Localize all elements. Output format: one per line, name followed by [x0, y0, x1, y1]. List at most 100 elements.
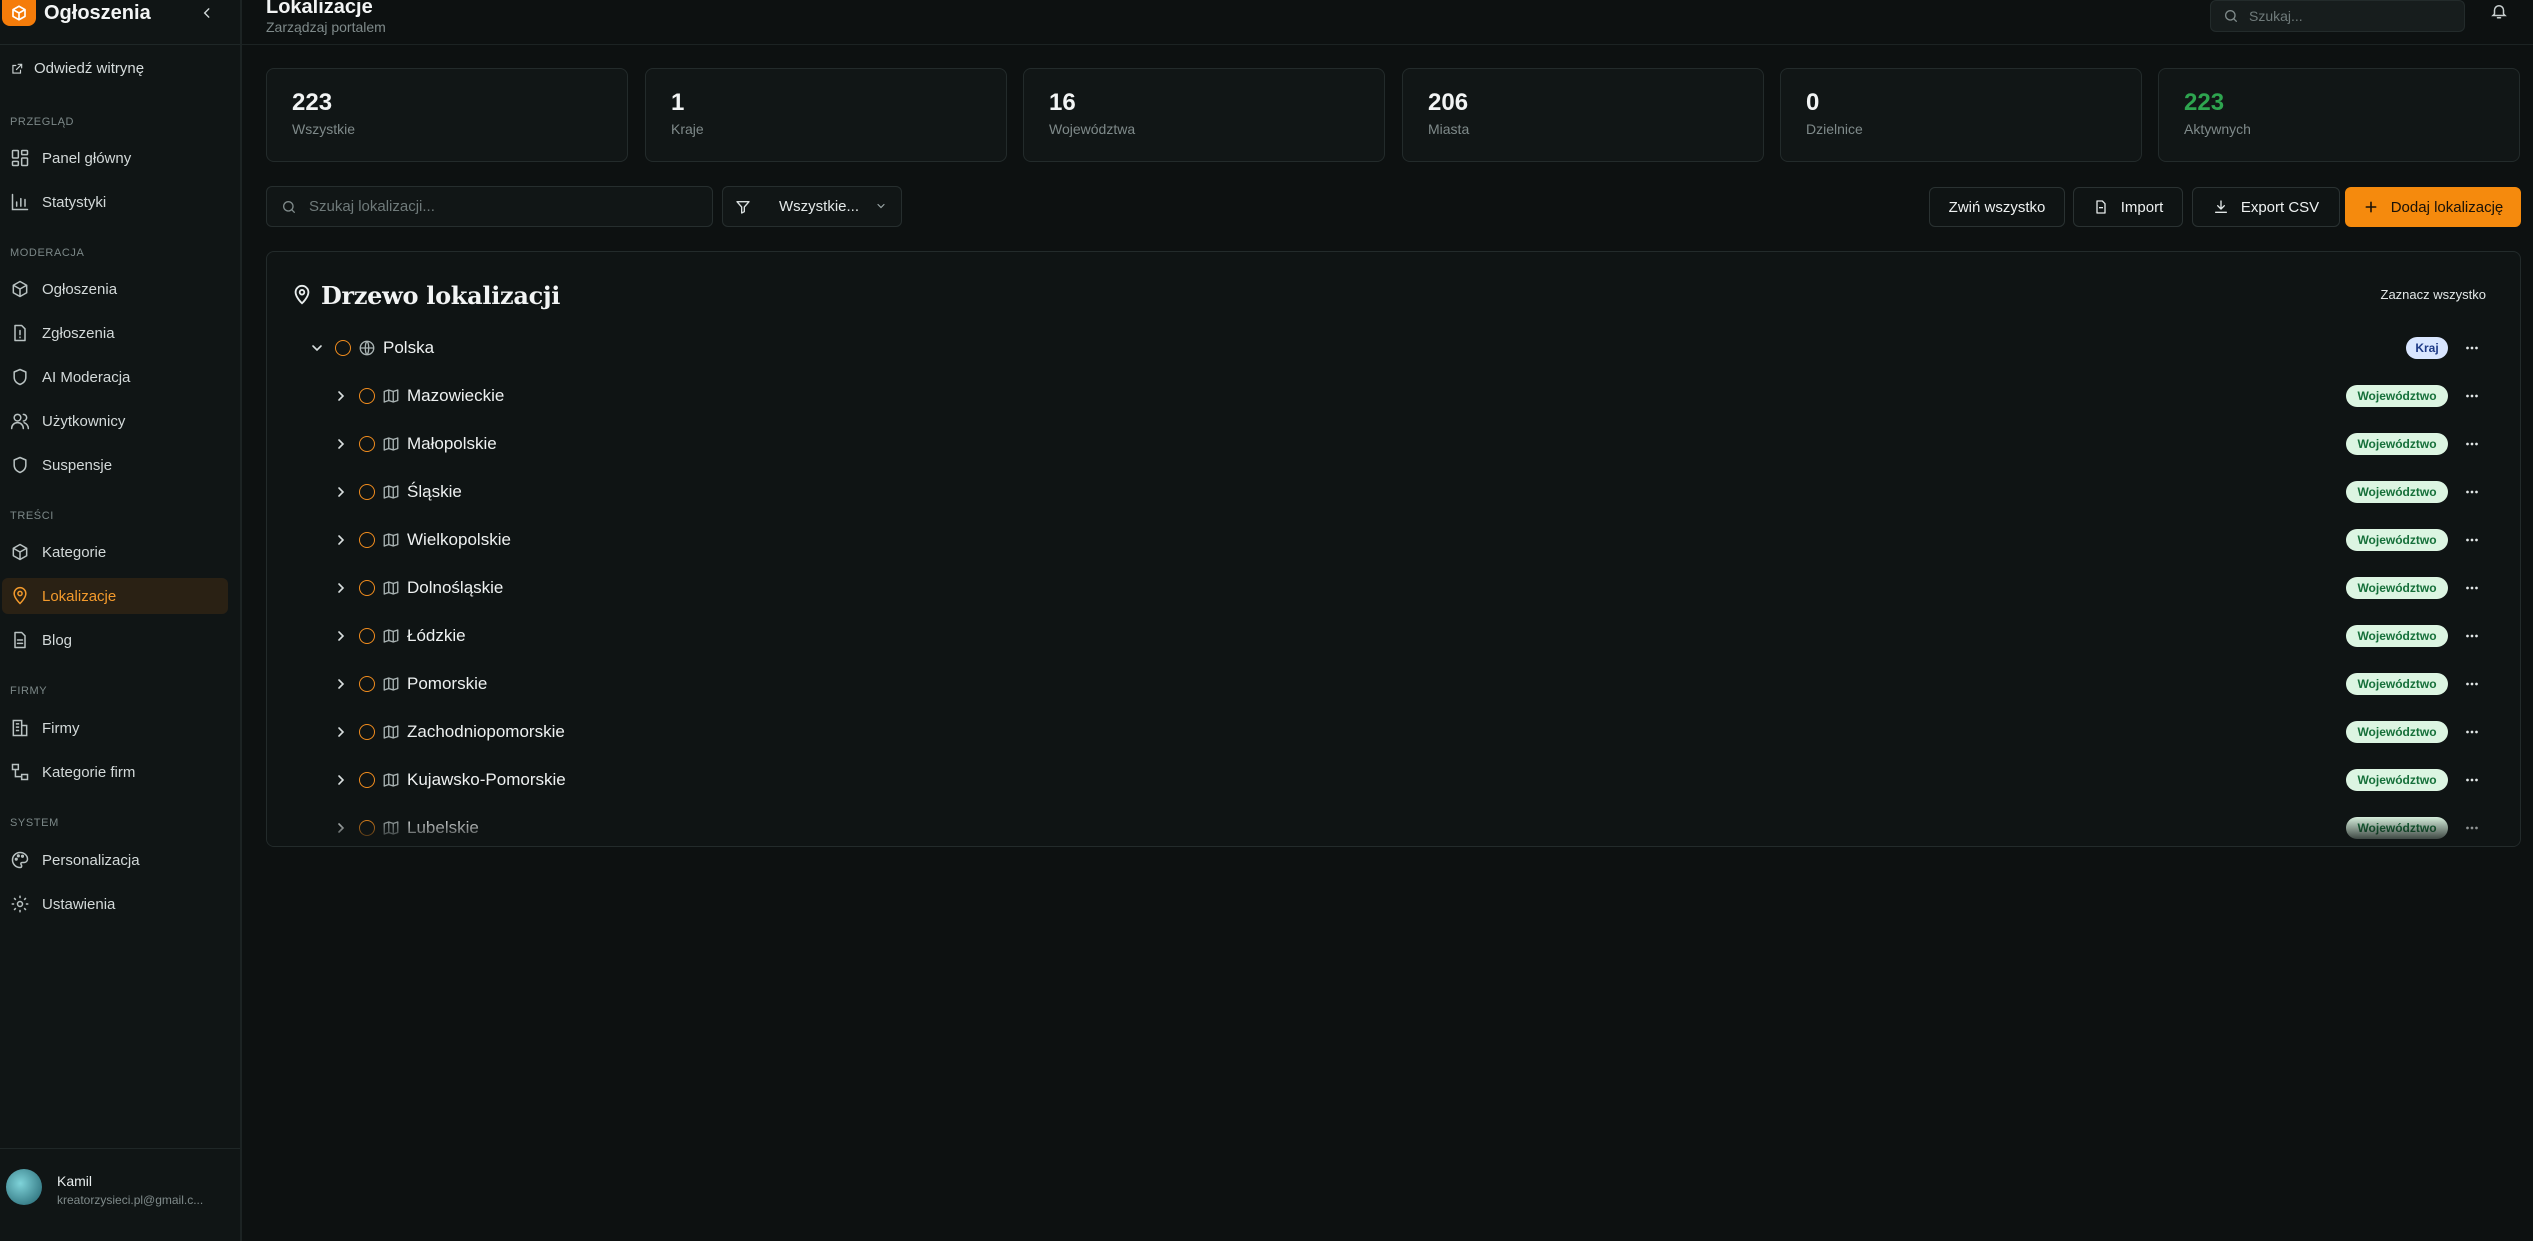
export-csv-label: Export CSV	[2240, 198, 2320, 216]
map-icon	[382, 675, 400, 693]
sidebar-item-dashboard[interactable]: Panel główny	[2, 140, 228, 176]
sidebar-item-settings[interactable]: Ustawienia	[2, 886, 228, 922]
palette-icon	[10, 850, 30, 870]
stat-value: 223	[2184, 89, 2225, 116]
sidebar-item-statistics[interactable]: Statystyki	[2, 184, 228, 220]
chevron-right-icon[interactable]	[333, 628, 349, 644]
more-actions-icon[interactable]	[2462, 531, 2482, 549]
select-radio[interactable]	[359, 388, 375, 404]
tree-row-voivodeship[interactable]: Zachodniopomorskie Województwo	[267, 708, 2520, 756]
select-radio[interactable]	[359, 724, 375, 740]
chevron-right-icon[interactable]	[333, 484, 349, 500]
search-icon	[2223, 8, 2239, 24]
building-icon	[10, 718, 30, 738]
tree-row-voivodeship[interactable]: Małopolskie Województwo	[267, 420, 2520, 468]
more-actions-icon[interactable]	[2462, 483, 2482, 501]
sidebar-item-listings[interactable]: Ogłoszenia	[2, 271, 228, 307]
avatar	[6, 1169, 42, 1205]
type-badge: Województwo	[2346, 433, 2448, 455]
import-button[interactable]: Import	[2073, 187, 2183, 227]
tree-row-voivodeship[interactable]: Dolnośląskie Województwo	[267, 564, 2520, 612]
select-radio[interactable]	[335, 340, 351, 356]
sidebar-item-ai-moderation[interactable]: AI Moderacja	[2, 359, 228, 395]
chevron-right-icon[interactable]	[333, 436, 349, 452]
more-actions-icon[interactable]	[2462, 435, 2482, 453]
export-csv-button[interactable]: Export CSV	[2192, 187, 2340, 227]
sidebar-item-company-categories[interactable]: Kategorie firm	[2, 754, 228, 790]
location-name: Śląskie	[407, 482, 462, 501]
tree-title: Drzewo lokalizacji	[321, 281, 561, 310]
brand[interactable]: Ogłoszenia	[0, 0, 240, 26]
location-name: Mazowieckie	[407, 386, 505, 405]
sidebar-item-label: Ogłoszenia	[42, 280, 118, 298]
more-actions-icon[interactable]	[2462, 579, 2482, 597]
sidebar-item-users[interactable]: Użytkownicy	[2, 403, 228, 439]
select-all-button[interactable]: Zaznacz wszystko	[2381, 287, 2486, 302]
stat-card-all: 223 Wszystkie	[266, 68, 628, 162]
sidebar-item-categories[interactable]: Kategorie	[2, 534, 228, 570]
select-radio[interactable]	[359, 484, 375, 500]
add-location-button[interactable]: Dodaj lokalizację	[2345, 187, 2521, 227]
tree-row-voivodeship[interactable]: Łódzkie Województwo	[267, 612, 2520, 660]
location-name: Polska	[383, 338, 435, 357]
stat-label: Miasta	[1428, 121, 1470, 137]
chevron-right-icon[interactable]	[333, 388, 349, 404]
stat-value: 16	[1049, 89, 1076, 116]
sidebar-item-label: Personalizacja	[42, 851, 140, 869]
select-radio[interactable]	[359, 580, 375, 596]
select-radio[interactable]	[359, 436, 375, 452]
collapse-all-button[interactable]: Zwiń wszystko	[1929, 187, 2065, 227]
chevron-right-icon[interactable]	[333, 532, 349, 548]
sidebar-item-personalization[interactable]: Personalizacja	[2, 842, 228, 878]
global-search-input[interactable]: Szukaj...	[2210, 0, 2465, 32]
tree-row-voivodeship[interactable]: Mazowieckie Województwo	[267, 372, 2520, 420]
type-badge: Kraj	[2406, 337, 2448, 359]
user-profile[interactable]: Kamil kreatorzysieci.pl@gmail.c...	[0, 1148, 240, 1241]
chevron-down-icon	[875, 200, 887, 212]
tree-row-country[interactable]: Polska Kraj	[267, 324, 2520, 372]
tree-row-voivodeship[interactable]: Kujawsko-Pomorskie Województwo	[267, 756, 2520, 804]
notifications-bell-icon[interactable]	[2490, 2, 2512, 24]
select-radio[interactable]	[359, 628, 375, 644]
stat-value: 1	[671, 89, 685, 116]
sidebar-item-blog[interactable]: Blog	[2, 622, 228, 658]
type-badge: Województwo	[2346, 721, 2448, 743]
sidebar-item-label: AI Moderacja	[42, 368, 131, 386]
map-icon	[382, 531, 400, 549]
stat-value: 223	[292, 89, 333, 116]
tree-row-voivodeship[interactable]: Pomorskie Województwo	[267, 660, 2520, 708]
more-actions-icon[interactable]	[2462, 675, 2482, 693]
type-filter-select[interactable]: Wszystkie...	[722, 186, 902, 227]
location-name: Łódzkie	[407, 626, 466, 645]
sidebar-item-reports[interactable]: Zgłoszenia	[2, 315, 228, 351]
more-actions-icon[interactable]	[2462, 771, 2482, 789]
chevron-right-icon[interactable]	[333, 580, 349, 596]
location-search-input[interactable]: Szukaj lokalizacji...	[266, 186, 713, 227]
stat-card-active: 223 Aktywnych	[2158, 68, 2520, 162]
chevron-down-icon[interactable]	[309, 340, 325, 356]
chevron-right-icon[interactable]	[333, 724, 349, 740]
external-link-icon	[10, 62, 24, 76]
chevron-right-icon[interactable]	[333, 676, 349, 692]
more-actions-icon[interactable]	[2462, 339, 2482, 357]
select-radio[interactable]	[359, 532, 375, 548]
filter-value: Wszystkie...	[779, 198, 860, 215]
map-icon	[382, 579, 400, 597]
more-actions-icon[interactable]	[2462, 723, 2482, 741]
chevron-right-icon[interactable]	[333, 772, 349, 788]
more-actions-icon[interactable]	[2462, 387, 2482, 405]
more-actions-icon[interactable]	[2462, 627, 2482, 645]
select-radio[interactable]	[359, 772, 375, 788]
select-radio[interactable]	[359, 676, 375, 692]
download-icon	[2213, 199, 2229, 215]
type-badge: Województwo	[2346, 385, 2448, 407]
chart-icon	[10, 192, 30, 212]
visit-site-link[interactable]: Odwiedź witrynę	[10, 60, 144, 77]
brand-logo-icon	[2, 0, 36, 26]
sidebar-item-companies[interactable]: Firmy	[2, 710, 228, 746]
tree-row-voivodeship[interactable]: Wielkopolskie Województwo	[267, 516, 2520, 564]
collapse-sidebar-icon[interactable]	[196, 2, 218, 24]
sidebar-item-locations[interactable]: Lokalizacje	[2, 578, 228, 614]
sidebar-item-suspensions[interactable]: Suspensje	[2, 447, 228, 483]
tree-row-voivodeship[interactable]: Śląskie Województwo	[267, 468, 2520, 516]
